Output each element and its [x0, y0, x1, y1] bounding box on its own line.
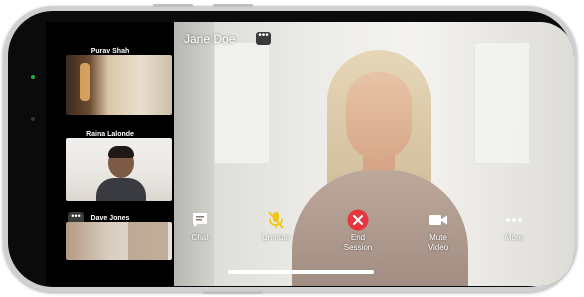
- participant-name: Dave Jones: [90, 215, 130, 222]
- call-controls: Chat Unmute End Session Mute Video More: [174, 208, 574, 268]
- camera-notch: [23, 80, 43, 220]
- video-camera-icon: [403, 208, 473, 232]
- background-panel: [214, 42, 270, 164]
- participant-video-tile[interactable]: [66, 55, 172, 115]
- speaker-face: [346, 72, 412, 160]
- participant-hair: [108, 146, 134, 158]
- participant-sidebar: Purav Shah Raina Lalonde ••• Dave Jones: [46, 22, 174, 286]
- participant-body: [96, 178, 146, 201]
- participant-video-tile[interactable]: [66, 138, 172, 201]
- background-door: [128, 222, 168, 260]
- participant-name: Raina Lalonde: [86, 131, 134, 138]
- unmute-label: Unmute: [261, 233, 290, 242]
- chat-button[interactable]: Chat: [165, 208, 235, 243]
- video-call-screen: Purav Shah Raina Lalonde ••• Dave Jones …: [46, 22, 574, 286]
- chat-label: Chat: [191, 233, 209, 242]
- status-led: [31, 75, 35, 79]
- front-camera: [31, 117, 35, 121]
- background-panel: [474, 42, 530, 164]
- unmute-button[interactable]: Unmute: [241, 208, 311, 243]
- more-button[interactable]: More: [479, 208, 549, 243]
- chat-icon: [165, 208, 235, 232]
- power-button: [203, 291, 263, 294]
- volume-button: [153, 4, 193, 7]
- background-lamp: [80, 63, 90, 101]
- more-label: More: [504, 233, 524, 242]
- caller-more-button[interactable]: •••: [256, 31, 271, 45]
- mute-video-button[interactable]: Mute Video: [403, 208, 473, 253]
- end-call-icon: [323, 208, 393, 232]
- volume-button: [213, 4, 253, 7]
- end-session-label: End Session: [343, 233, 373, 252]
- mute-video-label: Mute Video: [427, 233, 449, 252]
- more-icon: [479, 208, 549, 232]
- participant-video-tile[interactable]: [66, 222, 172, 260]
- caller-name: Jane Doe: [184, 32, 236, 46]
- participant-name: Purav Shah: [90, 48, 130, 55]
- end-session-button[interactable]: End Session: [323, 208, 393, 253]
- home-indicator[interactable]: [228, 270, 374, 274]
- microphone-muted-icon: [241, 208, 311, 232]
